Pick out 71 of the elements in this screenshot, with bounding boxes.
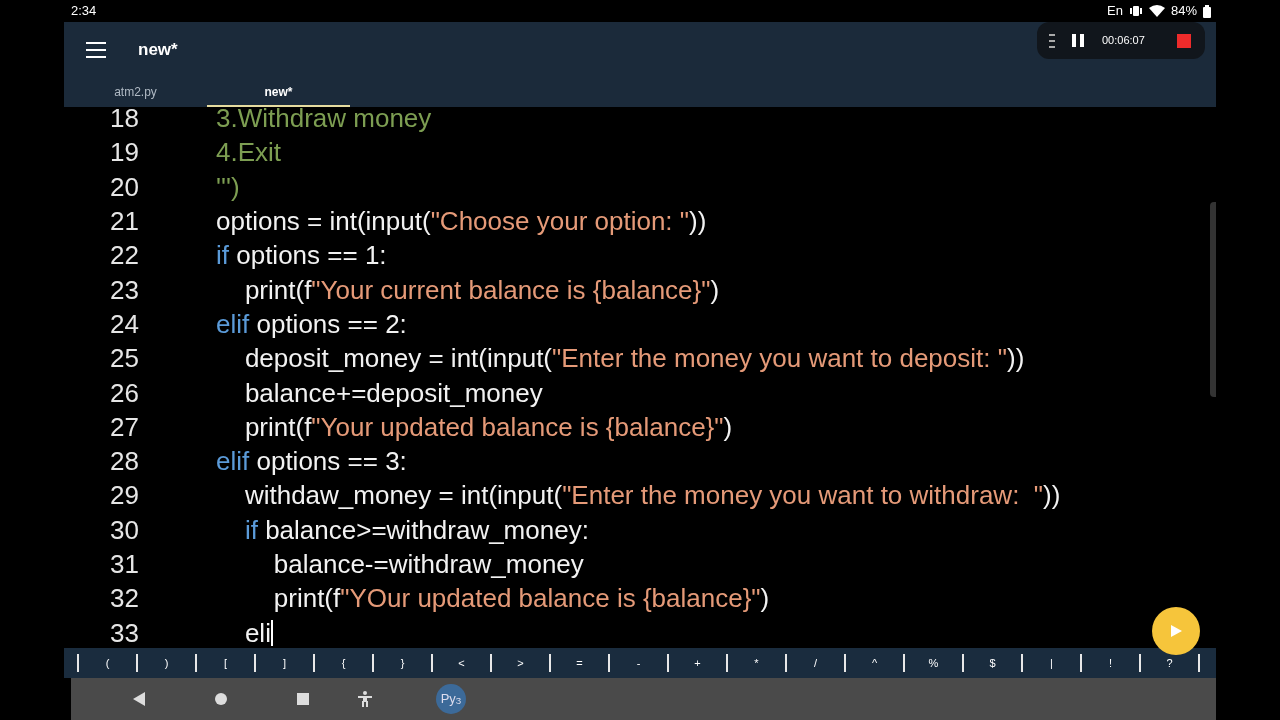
file-title: new* [138, 39, 178, 62]
code-line: eli [243, 619, 273, 646]
recents-icon[interactable] [296, 692, 310, 706]
symbol-key[interactable]: ] [256, 657, 313, 669]
symbol-key[interactable]: ( [79, 657, 136, 669]
status-time: 2:34 [71, 2, 97, 21]
recording-timer: 00:06:07 [1102, 33, 1145, 49]
file-tab[interactable]: atm2.py [64, 78, 207, 107]
home-icon[interactable] [214, 692, 228, 706]
symbol-key[interactable]: ? [1141, 657, 1198, 669]
code-line: elif options == 2: [216, 310, 407, 337]
menu-dots-icon[interactable] [1049, 32, 1055, 49]
scrollbar[interactable] [1210, 202, 1216, 397]
symbol-key[interactable]: ) [138, 657, 195, 669]
code-line: ''') [216, 173, 240, 200]
code-line: elif options == 3: [216, 448, 407, 475]
line-number: 30 [109, 516, 139, 543]
line-number: 27 [109, 413, 139, 440]
line-number: 18 [109, 107, 139, 132]
line-number: 24 [109, 310, 139, 337]
code-line: if options == 1: [216, 242, 387, 269]
code-line: deposit_money = int(input("Enter the money you want to deposit: ")) [243, 345, 1025, 372]
line-number: 29 [109, 482, 139, 509]
code-line: if balance>=withdraw_money: [243, 516, 589, 543]
code-line: options = int(input("Choose your option: ")) [216, 208, 707, 235]
symbol-key[interactable]: * [728, 657, 785, 669]
symbol-key[interactable]: + [669, 657, 726, 669]
symbol-key[interactable]: - [610, 657, 667, 669]
line-number: 28 [109, 448, 139, 475]
line-number: 22 [109, 242, 139, 269]
python-app-icon[interactable]: Py$_{3}$ [436, 684, 466, 714]
code-line: 4.Exit [216, 139, 282, 166]
symbol-key[interactable]: [ [197, 657, 254, 669]
line-number: 32 [109, 585, 139, 612]
code-line: balance+=deposit_money [243, 379, 543, 406]
battery-percentage: 84% [1170, 2, 1197, 21]
line-number: 31 [109, 551, 139, 577]
line-number: 20 [109, 173, 139, 200]
symbol-key[interactable]: % [905, 657, 962, 669]
symbol-key[interactable]: = [551, 657, 608, 669]
play-icon [1170, 625, 1182, 637]
pause-icon[interactable] [1072, 34, 1084, 47]
battery-icon [1203, 4, 1211, 18]
code-line: withdaw_money = int(input("Enter the money you want to withdraw: ")) [243, 482, 1061, 509]
symbol-key[interactable]: > [492, 657, 549, 669]
symbol-key[interactable]: | [1023, 657, 1080, 669]
line-number: 33 [109, 619, 139, 646]
line-number: 25 [109, 345, 139, 372]
language-indicator: En [1107, 2, 1123, 21]
back-icon[interactable] [132, 692, 146, 706]
code-line: print(f"Your updated balance is {balance}") [243, 413, 733, 440]
line-number: 26 [109, 379, 139, 406]
stop-icon[interactable] [1176, 33, 1191, 48]
code-line: print(f"YOur updated balance is {balance}") [272, 585, 770, 612]
code-line: 3.Withdraw money [216, 107, 432, 132]
line-number: 23 [109, 276, 139, 303]
line-number: 19 [109, 139, 139, 166]
wifi-icon [1148, 5, 1165, 17]
symbol-key[interactable]: } [374, 657, 431, 669]
symbol-key[interactable]: $ [964, 657, 1021, 669]
vibrate-icon [1128, 5, 1143, 17]
symbol-key[interactable]: ! [1082, 657, 1139, 669]
code-line: print(f"Your current balance is {balance}") [243, 276, 720, 303]
accessibility-icon[interactable] [358, 691, 372, 707]
symbol-key[interactable]: / [787, 657, 844, 669]
code-line: balance-=withdraw_money [272, 551, 584, 577]
menu-button[interactable] [86, 42, 106, 58]
symbol-key[interactable]: < [433, 657, 490, 669]
symbol-key[interactable]: ^ [846, 657, 903, 669]
line-number: 21 [109, 208, 139, 235]
symbol-key[interactable]: { [315, 657, 372, 669]
